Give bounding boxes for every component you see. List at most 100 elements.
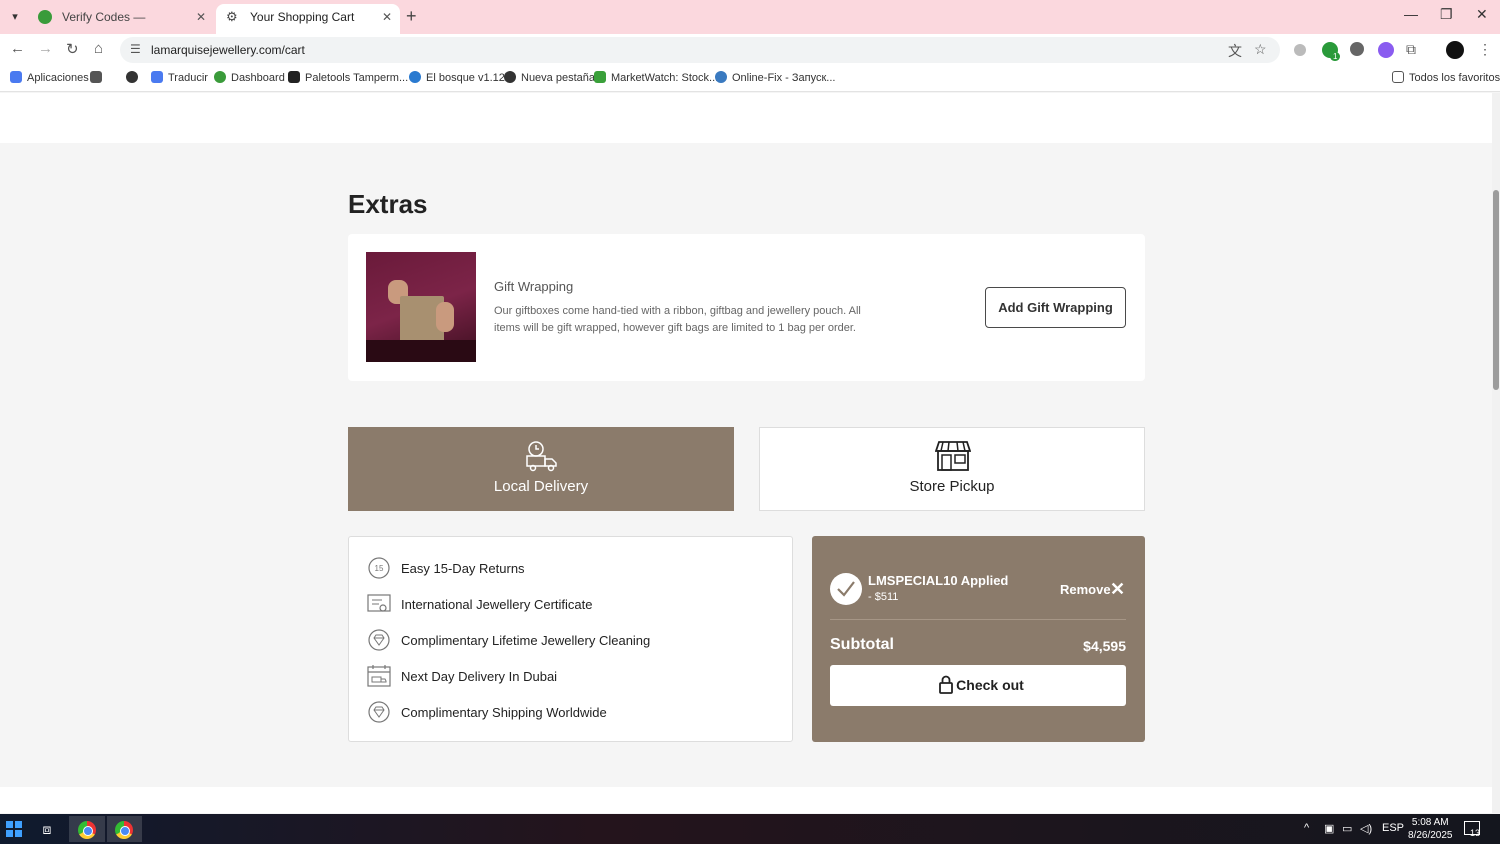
- divider: [830, 619, 1126, 620]
- gift-wrapping-description: Our giftboxes come hand-tied with a ribb…: [494, 305, 861, 334]
- toolbar: ← → ↻ ⌂ ☰ lamarquisejewellery.com/cart 文…: [0, 34, 1500, 66]
- returns-15-icon: 15: [368, 557, 390, 579]
- translate-icon[interactable]: 文: [1228, 41, 1242, 61]
- subtotal-value: $4,595: [1083, 638, 1126, 654]
- forward-icon[interactable]: →: [38, 40, 53, 57]
- restore-icon[interactable]: ❐: [1440, 6, 1453, 23]
- meet-now-icon[interactable]: ▣: [1324, 822, 1334, 835]
- marketwatch-icon: [594, 71, 606, 83]
- apps-grid-icon: [10, 71, 22, 83]
- bookmark-grid[interactable]: [90, 71, 107, 84]
- header-area: [0, 93, 1492, 143]
- close-window-icon[interactable]: ✕: [1476, 6, 1488, 23]
- chrome-icon: [78, 821, 96, 839]
- tab-search-chevron-icon[interactable]: ▾: [6, 8, 24, 26]
- gift-wrapping-card: Gift Wrapping Our giftboxes come hand-ti…: [348, 234, 1145, 381]
- link-icon: [409, 71, 421, 83]
- svg-text:15: 15: [375, 564, 384, 573]
- url-text[interactable]: lamarquisejewellery.com/cart: [151, 43, 305, 57]
- globe-icon: [126, 71, 138, 83]
- check-icon: [830, 573, 862, 605]
- bookmark-el-bosque[interactable]: El bosque v1.12: [409, 71, 505, 84]
- certificate-icon: [367, 594, 391, 612]
- tab-shopping-cart[interactable]: ⚙ Your Shopping Cart ✕: [216, 4, 400, 34]
- chrome-icon: [115, 821, 133, 839]
- reload-icon[interactable]: ↻: [66, 40, 79, 58]
- store-pickup-option[interactable]: Store Pickup: [759, 427, 1145, 511]
- task-view-icon[interactable]: ⧈: [36, 816, 58, 842]
- bookmark-dashboard[interactable]: Dashboard: [214, 71, 285, 84]
- extras-heading: Extras: [348, 189, 428, 219]
- clock-date: 8/26/2025: [1408, 830, 1453, 841]
- translate-icon: [151, 71, 163, 83]
- tab-strip: ▾ Verify Codes — SimplyCodes ✕ ⚙ Your Sh…: [0, 0, 1500, 50]
- bookmark-nueva-pestana[interactable]: Nueva pestaña: [504, 71, 595, 84]
- subtotal-label: Subtotal: [830, 636, 894, 653]
- close-tab-icon[interactable]: ✕: [196, 4, 206, 30]
- taskbar-chrome-profile[interactable]: [107, 816, 142, 842]
- delivery-truck-icon: [526, 441, 557, 472]
- diamond-shipping-icon: [368, 701, 390, 723]
- order-summary: LMSPECIAL10 Applied - $511 Remove ✕ Subt…: [812, 536, 1145, 742]
- language-indicator[interactable]: ESP: [1382, 822, 1404, 834]
- checkout-label: Check out: [956, 677, 1024, 693]
- gift-wrapping-title: Gift Wrapping: [494, 279, 574, 294]
- profile-avatar-icon[interactable]: [1446, 41, 1464, 59]
- tampermonkey-icon: [288, 71, 300, 83]
- simplycodes-icon: [38, 10, 52, 24]
- all-bookmarks-folder[interactable]: Todos los favoritos: [1392, 71, 1500, 84]
- globe-icon: [504, 71, 516, 83]
- site-info-icon[interactable]: ☰: [130, 42, 141, 56]
- bookmark-globe[interactable]: [126, 71, 143, 84]
- cart-page: Extras Gift Wrapping Our giftboxes come …: [0, 93, 1492, 813]
- clock-time: 5:08 AM: [1411, 817, 1449, 828]
- bookmarks-bar: Aplicaciones Traducir Dashboard Paletool…: [0, 66, 1500, 92]
- taskbar-chrome[interactable]: [69, 816, 105, 842]
- back-icon[interactable]: ←: [10, 40, 25, 57]
- minimize-icon[interactable]: —: [1404, 6, 1418, 22]
- volume-icon[interactable]: ◁): [1360, 822, 1372, 835]
- bookmark-paletools[interactable]: Paletools Tamperm...: [288, 71, 408, 84]
- bookmark-aplicaciones[interactable]: Aplicaciones: [10, 71, 89, 84]
- home-icon[interactable]: ⌂: [94, 40, 103, 57]
- bookmark-star-icon[interactable]: ☆: [1254, 41, 1267, 58]
- menu-kebab-icon[interactable]: ⋮: [1478, 41, 1492, 58]
- add-gift-wrapping-button[interactable]: Add Gift Wrapping: [985, 287, 1126, 328]
- ai-extension-icon[interactable]: [1378, 42, 1394, 58]
- globe-icon: [715, 71, 727, 83]
- close-icon[interactable]: ✕: [1110, 579, 1125, 600]
- folder-icon: [1392, 71, 1404, 83]
- bookmark-online-fix[interactable]: Online-Fix - Запуск...: [715, 71, 835, 84]
- diamond-cleaning-icon: [368, 629, 390, 651]
- scrollbar-thumb[interactable]: [1493, 190, 1499, 390]
- clock[interactable]: 5:08 AM 8/26/2025: [1408, 816, 1453, 842]
- store-icon: [935, 441, 971, 471]
- tab-title: Your Shopping Cart: [250, 10, 355, 24]
- address-bar[interactable]: ☰ lamarquisejewellery.com/cart 文 ☆: [120, 37, 1280, 63]
- extensions-puzzle-icon[interactable]: ⧉: [1406, 41, 1416, 58]
- extension-pin-icon[interactable]: [1294, 44, 1306, 56]
- remove-discount-button[interactable]: Remove: [1060, 582, 1111, 597]
- footer-area: [0, 787, 1492, 813]
- extension-icon[interactable]: [1350, 42, 1364, 56]
- windows-taskbar: ⧈ ^ ▣ ▭ ◁) ESP 5:08 AM 8/26/2025 13: [0, 814, 1500, 844]
- discount-amount: - $511: [868, 591, 899, 603]
- network-icon[interactable]: ▭: [1342, 822, 1352, 835]
- new-tab-icon[interactable]: +: [406, 6, 417, 27]
- extension-badge: 1: [1330, 52, 1341, 61]
- store-pickup-label: Store Pickup: [909, 478, 995, 495]
- lock-icon: [939, 675, 953, 694]
- tray-overflow-icon[interactable]: ^: [1304, 822, 1309, 834]
- simplycodes-icon: [214, 71, 226, 83]
- bookmark-traducir[interactable]: Traducir: [151, 71, 208, 84]
- bookmark-marketwatch[interactable]: MarketWatch: Stock...: [594, 71, 718, 84]
- local-delivery-option[interactable]: Local Delivery: [348, 427, 734, 511]
- notification-count: 13: [1470, 828, 1481, 838]
- tab-verify-codes[interactable]: Verify Codes — SimplyCodes ✕: [28, 4, 214, 50]
- calendar-truck-icon: [367, 665, 391, 687]
- local-delivery-label: Local Delivery: [493, 478, 589, 495]
- windows-start-icon[interactable]: [6, 821, 22, 837]
- checkout-button[interactable]: Check out: [830, 665, 1126, 706]
- close-tab-icon[interactable]: ✕: [382, 4, 392, 30]
- discount-code-label: LMSPECIAL10 Applied: [868, 573, 1009, 588]
